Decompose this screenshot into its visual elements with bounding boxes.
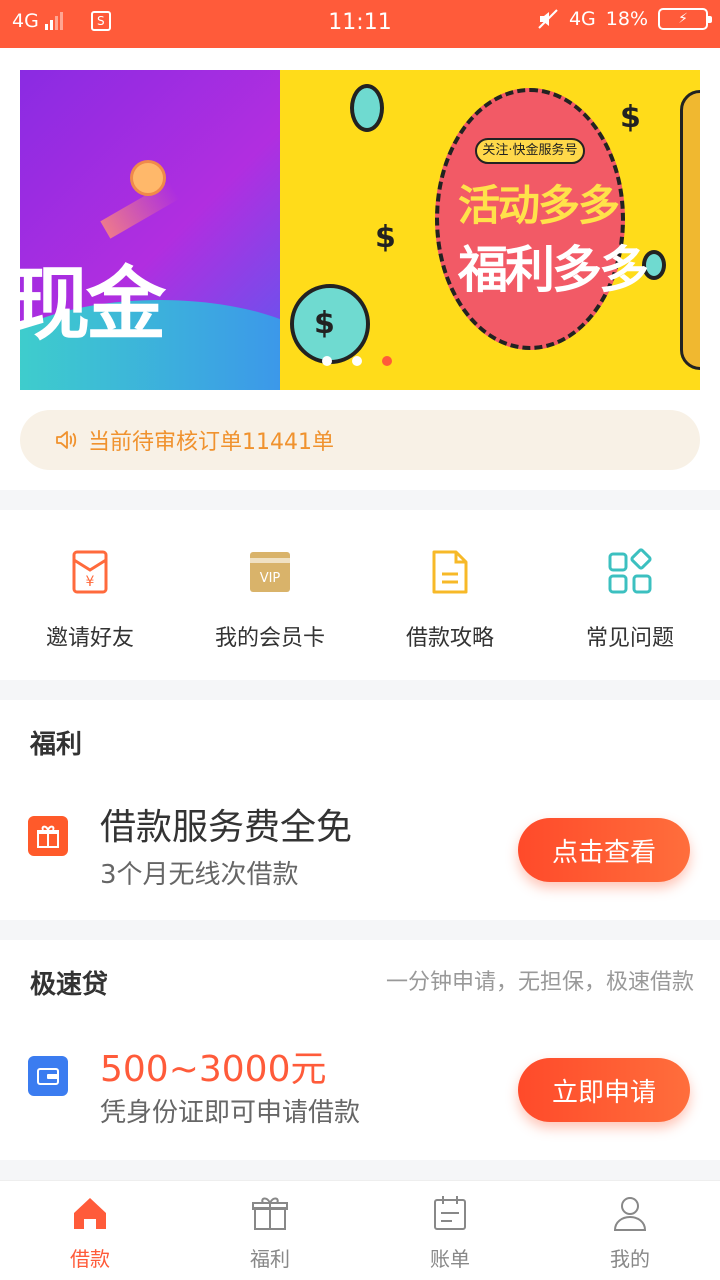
carousel-dots (322, 356, 392, 366)
dollar-icon: $ (375, 220, 396, 255)
tab-label: 我的 (610, 1247, 650, 1271)
tab-label: 福利 (250, 1247, 290, 1271)
wallet-icon (28, 1056, 68, 1096)
status-right: 4G 18% ⚡ (537, 8, 712, 30)
welfare-desc: 3个月无线次借款 (100, 860, 299, 890)
giraffe-mascot (680, 90, 700, 370)
home-icon (74, 1198, 106, 1229)
banner-ball (130, 160, 166, 196)
carousel-dot-active[interactable] (382, 356, 392, 366)
tab-welfare[interactable]: 福利 (180, 1181, 360, 1280)
banner-tag: 关注·快金服务号 (475, 138, 585, 164)
menu-label: 邀请好友 (45, 626, 134, 651)
welfare-headline: 借款服务费全免 (100, 807, 353, 848)
top-panel: 现金 $ $ $ 关注·快金服务号 活动多多 福利多多 当前待审核订单11441… (0, 48, 720, 490)
welfare-card: 福利 借款服务费全免 3个月无线次借款 点击查看 (0, 700, 720, 920)
bottom-tab-bar: 借款 福利 账单 我的 (0, 1180, 720, 1280)
dollar-icon: $ (620, 100, 641, 135)
battery-percent: 18% (605, 8, 648, 30)
menu-faq[interactable]: 常见问题 (540, 510, 720, 680)
svg-text:¥: ¥ (86, 574, 95, 590)
calendar-bill-icon (434, 1196, 466, 1230)
carousel-dot[interactable] (322, 356, 332, 366)
red-envelope-icon: ¥ (72, 550, 108, 594)
banner-slide-cash[interactable]: 现金 (20, 70, 340, 390)
network-right-label: 4G (568, 8, 596, 30)
view-details-button[interactable]: 点击查看 (518, 818, 690, 882)
battery-icon: ⚡ (658, 8, 712, 30)
menu-loan-guide[interactable]: 借款攻略 (360, 510, 540, 680)
menu-label: 我的会员卡 (214, 626, 325, 651)
gift-icon (28, 816, 68, 856)
coin-icon (350, 84, 384, 132)
banner-line1: 活动多多 (458, 181, 620, 230)
menu-vip-card[interactable]: VIP 我的会员卡 (180, 510, 360, 680)
carousel-dot[interactable] (352, 356, 362, 366)
dollar-icon: $ (314, 306, 335, 341)
banner-slide-activity[interactable]: $ $ $ 关注·快金服务号 活动多多 福利多多 (280, 70, 700, 390)
menu-label: 常见问题 (585, 626, 674, 651)
tab-label: 借款 (70, 1247, 110, 1271)
fast-loan-title: 极速贷 (30, 970, 109, 1000)
user-icon (613, 1197, 647, 1231)
banner-line2: 福利多多 (458, 241, 649, 299)
banner-slide-a-text: 现金 (20, 258, 166, 351)
loan-amount: 500~3000元 (100, 1049, 327, 1090)
tab-loan[interactable]: 借款 (0, 1181, 180, 1280)
speaker-icon (56, 431, 77, 449)
fast-loan-desc: 凭身份证即可申请借款 (100, 1098, 361, 1128)
tab-mine[interactable]: 我的 (540, 1181, 720, 1280)
vip-card-icon: VIP (250, 552, 290, 592)
tab-label: 账单 (430, 1247, 470, 1271)
document-icon (432, 550, 468, 594)
notice-text: 当前待审核订单11441单 (88, 430, 334, 455)
grid-apps-icon (608, 548, 652, 594)
welfare-title: 福利 (30, 730, 83, 760)
mute-icon (538, 9, 558, 29)
status-bar: 4G S 11:11 4G 18% ⚡ (0, 0, 720, 48)
quick-menu: ¥ 邀请好友 VIP 我的会员卡 借款攻略 常见问题 (0, 510, 720, 680)
menu-invite-friends[interactable]: ¥ 邀请好友 (0, 510, 180, 680)
tab-bill[interactable]: 账单 (360, 1181, 540, 1280)
banner-carousel[interactable]: 现金 $ $ $ 关注·快金服务号 活动多多 福利多多 (20, 70, 700, 390)
fast-loan-subtitle: 一分钟申请，无担保，极速借款 (385, 970, 694, 995)
notice-bar: 当前待审核订单11441单 (20, 410, 700, 470)
apply-now-button[interactable]: 立即申请 (518, 1058, 690, 1122)
gift-icon (252, 1197, 288, 1230)
fast-loan-card: 极速贷 一分钟申请，无担保，极速借款 500~3000元 凭身份证即可申请借款 … (0, 940, 720, 1160)
menu-label: 借款攻略 (405, 626, 494, 651)
svg-text:VIP: VIP (260, 571, 281, 586)
